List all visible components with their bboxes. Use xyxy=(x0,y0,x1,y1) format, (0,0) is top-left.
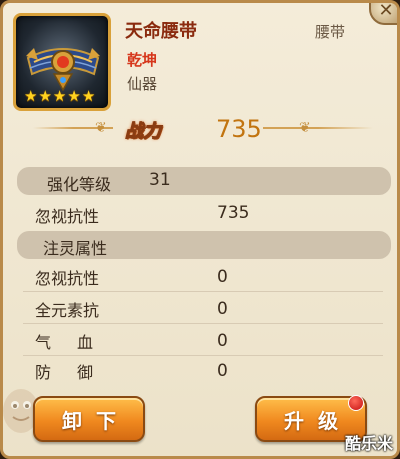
unequip-button[interactable]: 卸下 xyxy=(33,396,145,442)
item-name: 天命腰带 xyxy=(125,21,197,42)
enhance-value: 31 xyxy=(149,170,171,190)
ornament-swirl-icon: ❦ xyxy=(95,120,107,136)
base-stat-label: 忽视抗性 xyxy=(35,207,100,226)
star-icon: ★ xyxy=(81,87,96,105)
base-stat-value: 735 xyxy=(217,203,250,223)
close-icon[interactable]: ✕ xyxy=(369,3,397,25)
item-category: 仙器 xyxy=(127,75,158,93)
item-type: 腰带 xyxy=(314,23,345,41)
power-value: 735 xyxy=(216,115,262,143)
star-icon: ★ xyxy=(67,87,81,105)
spirit-row-value: 0 xyxy=(217,331,228,351)
ornament-swirl-icon: ❦ xyxy=(299,120,311,136)
spirit-row-value: 0 xyxy=(217,361,228,381)
spirit-row-label: 忽视抗性 xyxy=(35,269,100,288)
equipment-detail-panel: ✕ ★ ★ ★ ★ ★ 天命腰带 腰带 乾坤 仙器 ❦ ❦ 战力 735 强化等… xyxy=(0,0,400,459)
item-qualification: 乾坤 xyxy=(127,51,158,69)
ornament-line xyxy=(263,127,373,129)
power-row: ❦ ❦ 战力 735 xyxy=(3,115,397,145)
spirit-header: 注灵属性 xyxy=(43,239,108,258)
watermark: 酷乐米 xyxy=(344,434,393,453)
row-divider xyxy=(23,323,383,324)
row-divider xyxy=(23,291,383,292)
star-rating: ★ ★ ★ ★ ★ xyxy=(24,89,95,104)
spirit-row-label: 防御 xyxy=(35,363,120,382)
star-icon: ★ xyxy=(52,87,67,105)
spirit-row-value: 0 xyxy=(217,267,228,287)
spirit-row-value: 0 xyxy=(217,299,228,319)
row-divider xyxy=(23,355,383,356)
notification-dot-icon xyxy=(348,395,364,411)
power-label: 战力 xyxy=(125,121,162,143)
enhance-label: 强化等级 xyxy=(47,175,112,194)
spirit-row-label: 全元素抗 xyxy=(35,301,100,320)
item-icon[interactable]: ★ ★ ★ ★ ★ xyxy=(13,13,111,111)
star-icon: ★ xyxy=(24,87,38,105)
spirit-row-label: 气血 xyxy=(35,333,120,352)
star-icon: ★ xyxy=(38,87,52,105)
